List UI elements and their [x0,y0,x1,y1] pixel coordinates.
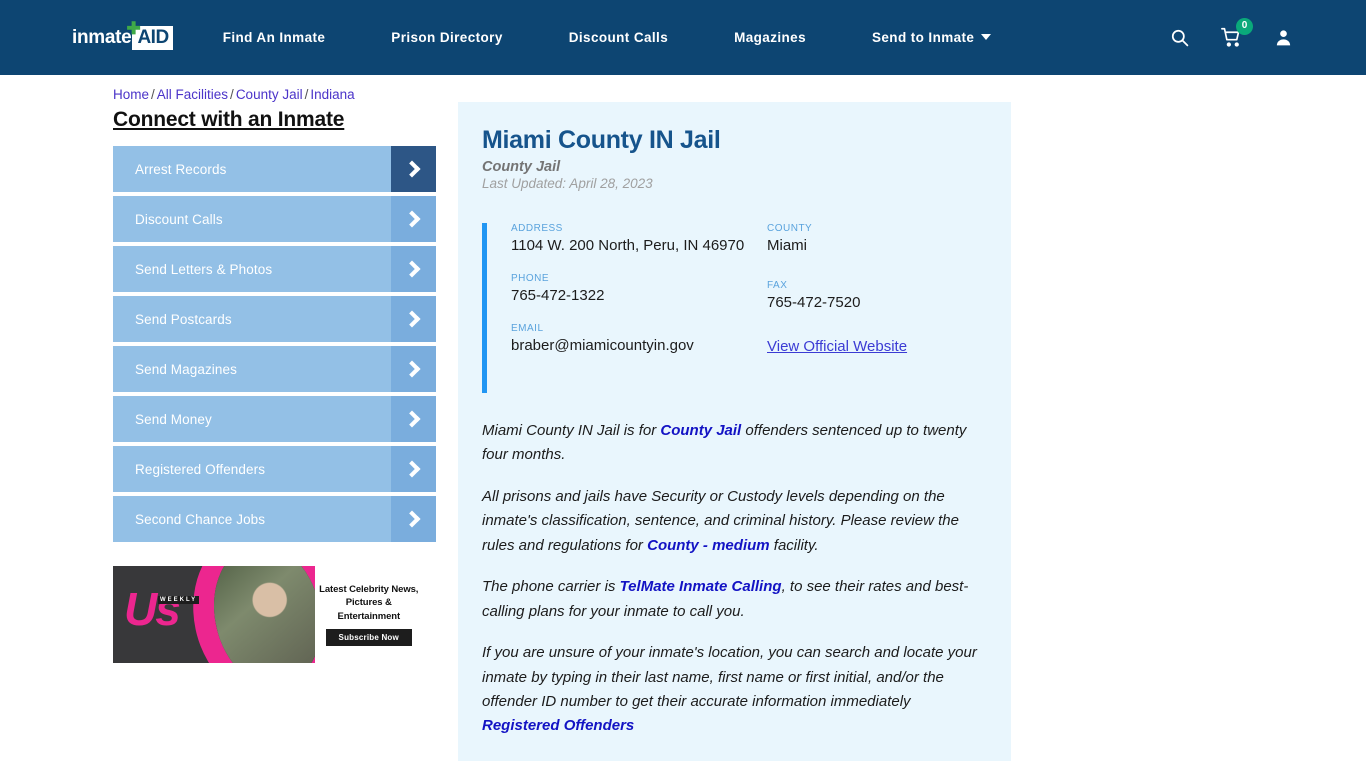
nav-item-discount-calls[interactable]: Discount Calls [536,30,701,45]
phone-label: PHONE [511,272,550,284]
description-paragraph-4: If you are unsure of your inmate's locat… [482,641,987,739]
email-value: braber@miamicountyin.gov [511,336,694,354]
sidebar-item-registered-offenders[interactable]: Registered Offenders [113,446,436,492]
sidebar-item-send-letters-photos[interactable]: Send Letters & Photos [113,246,436,292]
breadcrumb-separator: / [304,87,309,102]
ad-brand-sublabel: WEEKLY [158,596,200,604]
logo-text: inmate [72,26,132,48]
facility-county-group: COUNTY Miami [767,223,987,256]
sidebar-item-label: Send Money [135,411,212,427]
email-label: EMAIL [511,322,544,334]
chevron-down-icon [981,34,992,40]
search-icon[interactable] [1168,27,1190,49]
facility-info-block: ADDRESS 1104 W. 200 North, Peru, IN 4697… [482,223,987,393]
chevron-right-icon [391,196,436,242]
facility-email-group: EMAIL braber@miamicountyin.gov [511,323,749,356]
nav-item-send-to-inmate[interactable]: Send to Inmate [839,30,1024,45]
sidebar-item-send-postcards[interactable]: Send Postcards [113,296,436,342]
breadcrumb-item-home[interactable]: Home [113,87,149,102]
sidebar-item-label: Discount Calls [135,211,223,227]
chevron-right-icon [391,296,436,342]
sidebar-item-label: Registered Offenders [135,461,266,477]
breadcrumb-item-all-facilities[interactable]: All Facilities [157,87,228,102]
cart-icon[interactable]: 0 [1220,17,1253,49]
desc-p3-link-telmate[interactable]: TelMate Inmate Calling [620,578,782,595]
nav-item-prison-directory[interactable]: Prison Directory [358,30,535,45]
phone-value: 765-472-1322 [511,286,605,304]
county-value: Miami [767,237,807,254]
ad-brand-logo: Us [124,583,181,635]
chevron-right-icon [391,396,436,442]
facility-card: Miami County IN Jail County Jail Last Up… [458,102,1011,761]
facility-description: Miami County IN Jail is for County Jail … [482,419,987,739]
facility-address-group: ADDRESS 1104 W. 200 North, Peru, IN 4697… [511,223,749,256]
sidebar-item-arrest-records[interactable]: Arrest Records [113,146,436,192]
facility-fax-group: FAX 765-472-7520 [767,280,987,313]
breadcrumb-separator: / [230,87,234,102]
chevron-right-icon [391,446,436,492]
desc-p2-link-county-medium[interactable]: County - medium [647,537,770,554]
header-icons: 0 [1168,17,1294,49]
breadcrumb: Home / All Facilities / County Jail / Indiana [0,75,1366,102]
desc-p1-text-a: Miami County IN Jail is for [482,422,661,439]
sidebar-item-second-chance-jobs[interactable]: Second Chance Jobs [113,496,436,542]
facility-phone-group: PHONE 765-472-1322 [511,273,749,306]
facility-info-right-column: COUNTY Miami FAX 765-472-7520 View Offic… [749,223,987,393]
logo-plus-icon: ✚ [126,18,141,38]
description-paragraph-1: Miami County IN Jail is for County Jail … [482,419,987,468]
chevron-right-icon [391,496,436,542]
content-layout: Connect with an Inmate Arrest Records Di… [0,102,1366,768]
main-nav: Find An Inmate Prison Directory Discount… [223,30,1168,45]
desc-p3-text-a: The phone carrier is [482,578,620,596]
facility-info-left-column: ADDRESS 1104 W. 200 North, Peru, IN 4697… [511,223,749,393]
main-content: Miami County IN Jail County Jail Last Up… [458,102,1011,768]
desc-p4-link-registered-offenders[interactable]: Registered Offenders [482,717,634,734]
fax-value: 765-472-7520 [767,293,861,311]
breadcrumb-item-county-jail[interactable]: County Jail [236,87,303,102]
page-title: Miami County IN Jail [482,126,721,154]
sidebar: Connect with an Inmate Arrest Records Di… [113,102,436,663]
sidebar-item-label: Send Postcards [135,311,232,327]
page-body: Home / All Facilities / County Jail / Indiana … [0,75,1366,768]
facility-last-updated: Last Updated: April 28, 2023 [482,176,653,191]
sidebar-item-label: Send Letters & Photos [135,261,273,277]
sidebar-item-label: Second Chance Jobs [135,511,266,527]
nav-item-magazines[interactable]: Magazines [701,30,839,45]
nav-item-find-an-inmate[interactable]: Find An Inmate [223,30,359,45]
ad-copy-panel: Latest Celebrity News, Pictures & Entert… [314,566,423,663]
chevron-right-icon [391,346,436,392]
site-logo[interactable]: inmate ✚ AID [72,20,173,53]
ad-subscribe-button[interactable]: Subscribe Now [325,629,412,647]
desc-p1-link-county-jail[interactable]: County Jail [660,422,741,439]
chevron-right-icon [391,146,436,192]
breadcrumb-item-indiana[interactable]: Indiana [310,87,354,102]
description-paragraph-2: All prisons and jails have Security or C… [482,485,987,558]
facility-type: County Jail [482,159,561,175]
desc-p4-text-a: If you are unsure of your inmate's locat… [482,644,977,710]
desc-p2-text-b: facility. [769,536,819,554]
sidebar-title: Connect with an Inmate [113,108,345,131]
sidebar-ad-banner[interactable]: Us WEEKLY Latest Celebrity News, Picture… [113,566,423,663]
sidebar-item-send-magazines[interactable]: Send Magazines [113,346,436,392]
cart-count-badge: 0 [1236,17,1253,35]
user-icon[interactable] [1272,27,1294,49]
fax-label: FAX [767,279,788,291]
logo-badge: ✚ AID [126,20,173,50]
sidebar-item-label: Send Magazines [135,361,237,377]
sidebar-item-send-money[interactable]: Send Money [113,396,436,442]
ad-headline: Latest Celebrity News, Pictures & Entert… [319,583,419,622]
view-official-website-link[interactable]: View Official Website [767,338,907,355]
chevron-right-icon [391,246,436,292]
sidebar-item-discount-calls[interactable]: Discount Calls [113,196,436,242]
nav-item-send-to-inmate-label: Send to Inmate [871,30,975,45]
breadcrumb-separator: / [151,87,155,102]
sidebar-item-label: Arrest Records [135,161,227,177]
county-label: COUNTY [767,223,813,234]
description-paragraph-3: The phone carrier is TelMate Inmate Call… [482,575,987,624]
site-header: inmate ✚ AID Find An Inmate Prison Direc… [0,0,1366,75]
address-value: 1104 W. 200 North, Peru, IN 46970 [511,237,745,254]
address-label: ADDRESS [511,223,563,234]
logo-badge-text: AID [137,26,169,48]
